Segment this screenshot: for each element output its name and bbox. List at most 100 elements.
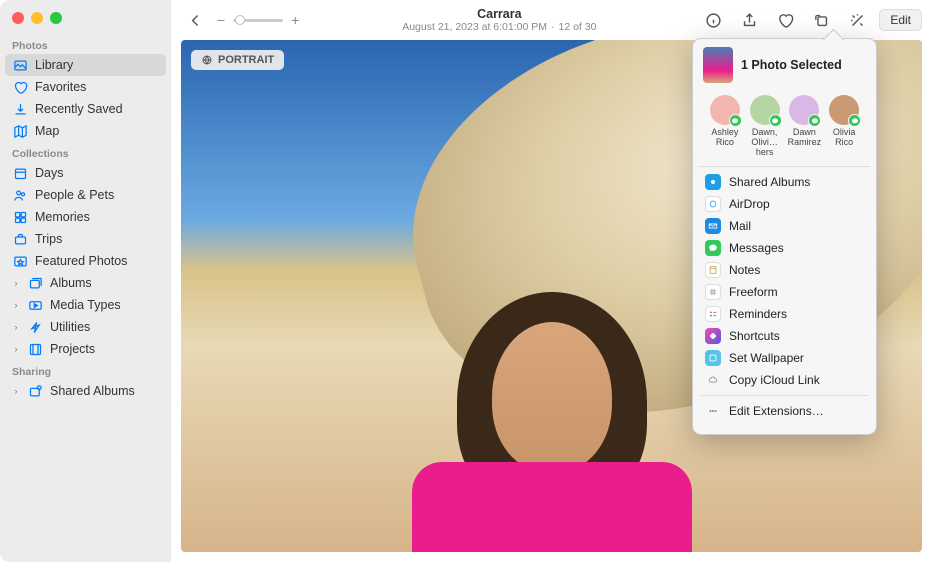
- memories-icon: [12, 209, 28, 225]
- toolbar: − + Carrara August 21, 2023 at 6:01:00 P…: [171, 0, 932, 40]
- fullscreen-window-button[interactable]: [50, 12, 62, 24]
- freeform-app-icon: [705, 284, 721, 300]
- heart-icon: [12, 79, 28, 95]
- aperture-icon: [201, 54, 213, 66]
- divider: [701, 395, 868, 396]
- sidebar-item-people-pets[interactable]: People & Pets: [0, 184, 171, 206]
- calendar-icon: [12, 165, 28, 181]
- suitcase-icon: [12, 231, 28, 247]
- sidebar-item-memories[interactable]: Memories: [0, 206, 171, 228]
- sidebar-item-label: Favorites: [35, 80, 86, 94]
- sidebar-item-days[interactable]: Days: [0, 162, 171, 184]
- share-option-reminders[interactable]: Reminders: [693, 303, 876, 325]
- download-icon: [12, 101, 28, 117]
- chevron-right-icon[interactable]: ›: [12, 386, 20, 396]
- star-photo-icon: [12, 253, 28, 269]
- zoom-slider[interactable]: [233, 19, 283, 22]
- messages-badge-icon: [808, 114, 821, 127]
- share-button[interactable]: [735, 8, 763, 32]
- share-option-messages[interactable]: Messages: [693, 237, 876, 259]
- notes-app-icon: [705, 262, 721, 278]
- sidebar-item-featured-photos[interactable]: Featured Photos: [0, 250, 171, 272]
- avatar: [750, 95, 780, 125]
- chevron-right-icon[interactable]: ›: [12, 344, 20, 354]
- share-thumbnail: [703, 47, 733, 83]
- share-contacts-row: Ashley RicoDawn, Olivi…hersDawn RamirezO…: [699, 91, 870, 167]
- share-option-mail[interactable]: Mail: [693, 215, 876, 237]
- toolbar-title-group: Carrara August 21, 2023 at 6:01:00 PM · …: [307, 7, 691, 33]
- messages-badge-icon: [848, 114, 861, 127]
- extensions-icon: [705, 403, 721, 419]
- share-contact[interactable]: Olivia Rico: [824, 95, 864, 158]
- share-contact[interactable]: Dawn Ramirez: [785, 95, 825, 158]
- share-option-notes[interactable]: Notes: [693, 259, 876, 281]
- share-option-set-wallpaper[interactable]: Set Wallpaper: [693, 347, 876, 369]
- favorite-button[interactable]: [771, 8, 799, 32]
- shared-albums-app-icon: [705, 174, 721, 190]
- edit-button[interactable]: Edit: [879, 9, 922, 31]
- sidebar-item-projects[interactable]: › Projects: [0, 338, 171, 360]
- sidebar-item-label: Albums: [50, 276, 92, 290]
- share-option-copy-icloud-link[interactable]: Copy iCloud Link: [693, 369, 876, 391]
- photo-title: Carrara: [477, 7, 521, 21]
- icloud-icon: [705, 372, 721, 388]
- mail-app-icon: [705, 218, 721, 234]
- library-icon: [12, 57, 28, 73]
- map-icon: [12, 123, 28, 139]
- photo-subtitle: August 21, 2023 at 6:01:00 PM · 12 of 30: [402, 21, 596, 33]
- airdrop-app-icon: [705, 196, 721, 212]
- sidebar-item-utilities[interactable]: › Utilities: [0, 316, 171, 338]
- avatar: [710, 95, 740, 125]
- sidebar-section-sharing: Sharing: [0, 360, 171, 380]
- sidebar-item-label: People & Pets: [35, 188, 114, 202]
- share-contact[interactable]: Ashley Rico: [705, 95, 745, 158]
- sidebar-item-label: Media Types: [50, 298, 121, 312]
- sidebar-item-label: Featured Photos: [35, 254, 127, 268]
- close-window-button[interactable]: [12, 12, 24, 24]
- portrait-badge[interactable]: PORTRAIT: [191, 50, 284, 70]
- contact-name: Olivia Rico: [824, 128, 864, 148]
- auto-enhance-button[interactable]: [843, 8, 871, 32]
- toolbar-left: − +: [181, 8, 299, 32]
- sidebar-item-albums[interactable]: › Albums: [0, 272, 171, 294]
- chevron-right-icon[interactable]: ›: [12, 300, 20, 310]
- share-option-shared-albums[interactable]: Shared Albums: [693, 171, 876, 193]
- sidebar-item-label: Projects: [50, 342, 95, 356]
- sidebar-item-favorites[interactable]: Favorites: [0, 76, 171, 98]
- messages-app-icon: [705, 240, 721, 256]
- sidebar-section-photos: Photos: [0, 34, 171, 54]
- portrait-badge-label: PORTRAIT: [218, 54, 274, 66]
- chevron-right-icon[interactable]: ›: [12, 278, 20, 288]
- messages-badge-icon: [769, 114, 782, 127]
- sidebar-item-label: Memories: [35, 210, 90, 224]
- contact-name: Dawn Ramirez: [785, 128, 825, 148]
- minimize-window-button[interactable]: [31, 12, 43, 24]
- toolbar-right: Edit: [699, 8, 922, 32]
- share-option-freeform[interactable]: Freeform: [693, 281, 876, 303]
- sidebar-item-recently-saved[interactable]: Recently Saved: [0, 98, 171, 120]
- rotate-button[interactable]: [807, 8, 835, 32]
- sidebar-item-map[interactable]: Map: [0, 120, 171, 142]
- sidebar-item-shared-albums[interactable]: › Shared Albums: [0, 380, 171, 402]
- info-button[interactable]: [699, 8, 727, 32]
- sidebar-item-media-types[interactable]: › Media Types: [0, 294, 171, 316]
- app-window: Photos Library Favorites Recently Saved …: [0, 0, 932, 562]
- share-option-airdrop[interactable]: AirDrop: [693, 193, 876, 215]
- back-button[interactable]: [181, 8, 209, 32]
- wallpaper-app-icon: [705, 350, 721, 366]
- utilities-icon: [27, 319, 43, 335]
- share-contact[interactable]: Dawn, Olivi…hers: [745, 95, 785, 158]
- zoom-thumb[interactable]: [235, 15, 245, 25]
- window-controls: [0, 6, 171, 34]
- main-content: − + Carrara August 21, 2023 at 6:01:00 P…: [171, 0, 932, 562]
- share-option-shortcuts[interactable]: Shortcuts: [693, 325, 876, 347]
- sidebar-item-trips[interactable]: Trips: [0, 228, 171, 250]
- zoom-out-icon[interactable]: −: [217, 12, 225, 28]
- chevron-right-icon[interactable]: ›: [12, 322, 20, 332]
- sidebar-item-library[interactable]: Library: [5, 54, 166, 76]
- zoom-in-icon[interactable]: +: [291, 12, 299, 28]
- reminders-app-icon: [705, 306, 721, 322]
- sidebar-section-collections: Collections: [0, 142, 171, 162]
- sidebar-item-label: Map: [35, 124, 59, 138]
- share-option-edit-extensions[interactable]: Edit Extensions…: [693, 400, 876, 422]
